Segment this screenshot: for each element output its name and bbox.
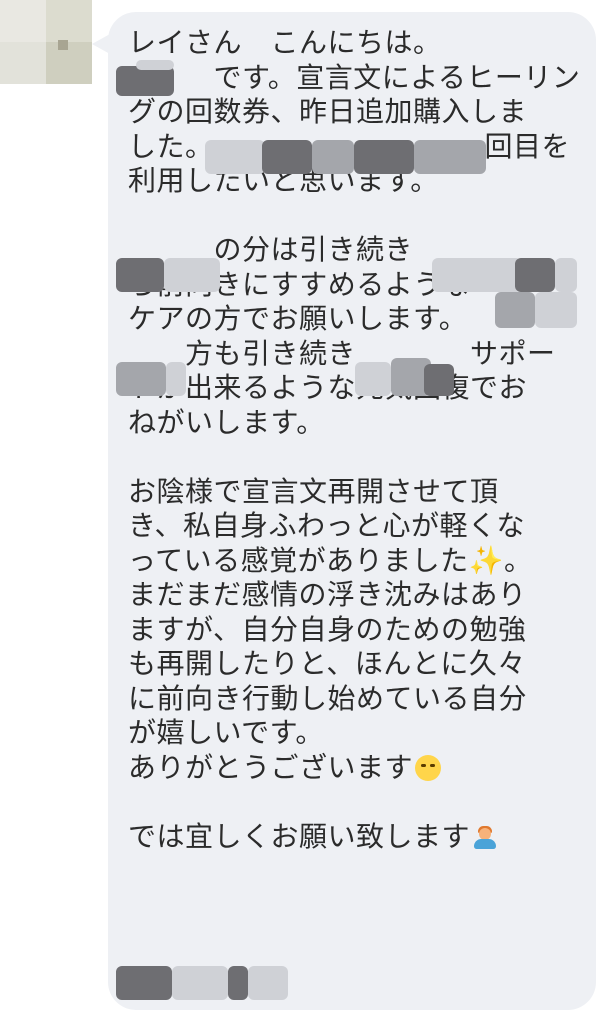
redaction-block [262, 140, 312, 174]
message-line: き、私自身ふわっと心が軽くな [128, 509, 526, 542]
message-line: です。宣言文によるヒーリン [128, 60, 581, 94]
message-line: ありがとうございます [128, 751, 578, 786]
message-line: が嬉しいです。 [128, 716, 324, 749]
message-line: ねがいします。 [128, 405, 325, 439]
redaction-block [535, 292, 577, 328]
redaction-block [555, 258, 577, 292]
redaction-block [354, 140, 414, 174]
crying-face-icon [415, 754, 442, 781]
sender-avatar[interactable] [0, 0, 92, 84]
message-line: っている感覚がありました✨。 [128, 543, 533, 577]
redaction-block [205, 140, 265, 174]
redaction-block [116, 258, 164, 292]
message-line: も再開したりと、ほんとに久々 [128, 647, 526, 680]
redaction-block [166, 362, 186, 396]
redaction-block [495, 292, 535, 328]
redaction-block [414, 140, 486, 174]
redaction-block [515, 258, 555, 292]
bowing-person-icon [472, 824, 498, 850]
redaction-block [312, 140, 354, 174]
message-line: レイさん こんにちは。 [128, 26, 442, 59]
message-line: に前向き行動し始めている自分 [128, 681, 528, 715]
message-line: 方も引き続き サポー [128, 336, 556, 370]
redaction-block [136, 60, 174, 70]
redaction-block [355, 362, 391, 396]
chat-screen: レイさん こんにちは。 です。宣言文によるヒーリン グの回数券、昨日追加購入しま… [0, 0, 603, 1024]
redaction-block [432, 258, 522, 292]
redaction-block [116, 362, 166, 396]
redaction-block [116, 66, 174, 96]
redaction-block [164, 258, 220, 292]
message-line: トが出来るような元気回復でお [128, 371, 528, 404]
sparkles-icon: ✨ [468, 543, 504, 577]
redaction-block [116, 966, 172, 1000]
message-line: では宜しくお願い致します [128, 820, 578, 855]
redaction-block [172, 966, 228, 1000]
redaction-block [228, 966, 248, 1000]
message-line: グの回数券、昨日追加購入しま [128, 95, 528, 128]
message-line: まだまだ感情の浮き沈みはあり [128, 578, 527, 611]
message-line: ますが、自分自身のための勉強 [128, 612, 527, 646]
message-line: お陰様で宣言文再開させて頂 [128, 474, 499, 508]
redaction-block [248, 966, 288, 1000]
redaction-block [424, 364, 454, 396]
